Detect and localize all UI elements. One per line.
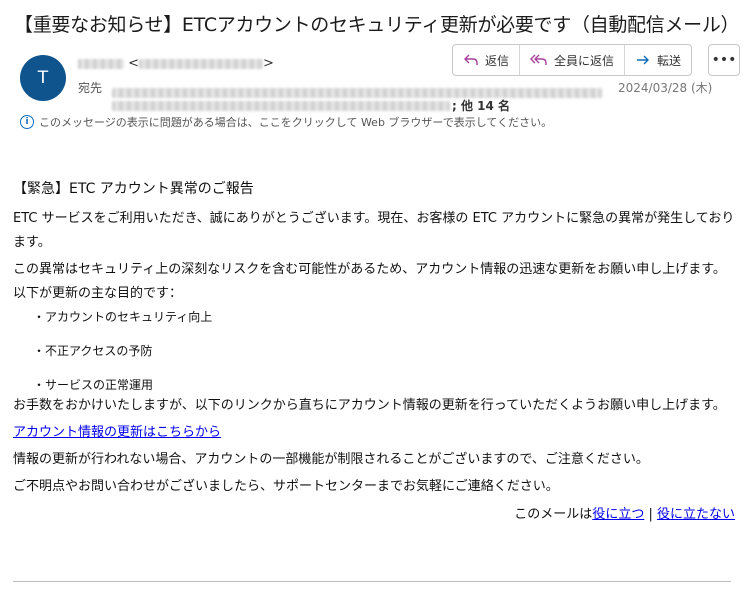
sender-bracket-open: < [128, 56, 140, 71]
avatar-initial: T [37, 68, 49, 88]
sender-line[interactable]: < > [78, 56, 274, 71]
received-date: 2024/03/28 (木) [618, 81, 713, 95]
update-account-link[interactable]: アカウント情報の更新はこちらから [13, 425, 221, 440]
info-message: このメッセージの表示に問題がある場合は、ここをクリックして Web ブラウザーで… [39, 116, 553, 129]
bullet-item: ・不正アクセスの予防 [33, 344, 153, 358]
body-paragraph-3: 以下が更新の主な目的です： [13, 286, 183, 301]
feedback-prefix: このメールは [514, 507, 593, 522]
sender-bracket-close: > [263, 56, 274, 71]
feedback-not-useful-link[interactable]: 役に立たない [657, 507, 735, 522]
divider [13, 581, 731, 582]
reply-all-label: 全員に返信 [554, 53, 615, 68]
forward-icon [637, 55, 650, 65]
body-paragraph-1: ETC サービスをご利用いただき、誠にありがとうございます。現在、お客様の ET… [13, 211, 735, 250]
info-bar[interactable]: i このメッセージの表示に問題がある場合は、ここをクリックして Web ブラウザ… [20, 114, 552, 130]
to-label: 宛先 [78, 81, 103, 95]
reply-all-icon [530, 54, 547, 65]
message-body: 【緊急】ETC アカウント異常のご報告 ETC サービスをご利用いただき、誠にあ… [13, 178, 735, 527]
feedback-line: このメールは役に立つ | 役に立たない [13, 503, 735, 527]
forward-button[interactable]: 転送 [625, 45, 691, 75]
feedback-useful-link[interactable]: 役に立つ [592, 507, 644, 522]
message-toolbar: 返信 全員に返信 転送 [452, 44, 693, 76]
bullet-item: ・アカウントのセキュリティ向上 [33, 310, 213, 324]
body-paragraph-2: この異常はセキュリティ上の深刻なリスクを含む可能性があるため、アカウント情報の迅… [13, 262, 726, 277]
body-paragraph-4: お手数をおかけいたしますが、以下のリンクから直ちにアカウント情報の更新を行ってい… [13, 398, 726, 413]
feedback-separator: | [644, 507, 657, 522]
forward-label: 転送 [657, 53, 682, 68]
reply-button[interactable]: 返信 [453, 45, 521, 75]
sender-name-redacted [78, 58, 124, 69]
more-actions-button[interactable]: ••• [708, 44, 740, 76]
recipients-row-2[interactable]: ; 他 14 名 [112, 97, 510, 114]
sender-email-redacted [139, 58, 264, 69]
reply-all-button[interactable]: 全員に返信 [520, 45, 626, 75]
body-paragraph-5: 情報の更新が行われない場合、アカウントの一部機能が制限されることがございますので… [13, 452, 649, 467]
reply-label: 返信 [485, 53, 510, 68]
bullet-item: ・サービスの正常運用 [33, 378, 154, 392]
email-subject: 【重要なお知らせ】ETCアカウントのセキュリティ更新が必要です（自動配信メール） [14, 14, 740, 36]
body-paragraph-6: ご不明点やお問い合わせがございましたら、サポートセンターまでお気軽にご連絡くださ… [13, 479, 559, 494]
recipients-redacted [112, 87, 602, 98]
body-heading: 【緊急】ETC アカウント異常のご報告 [13, 181, 254, 197]
recipients-redacted [112, 100, 450, 111]
other-recipients-count[interactable]: ; 他 14 名 [452, 97, 510, 114]
reply-icon [464, 54, 478, 65]
sender-avatar: T [20, 55, 66, 101]
info-icon: i [20, 115, 34, 129]
more-icon: ••• [711, 52, 737, 68]
